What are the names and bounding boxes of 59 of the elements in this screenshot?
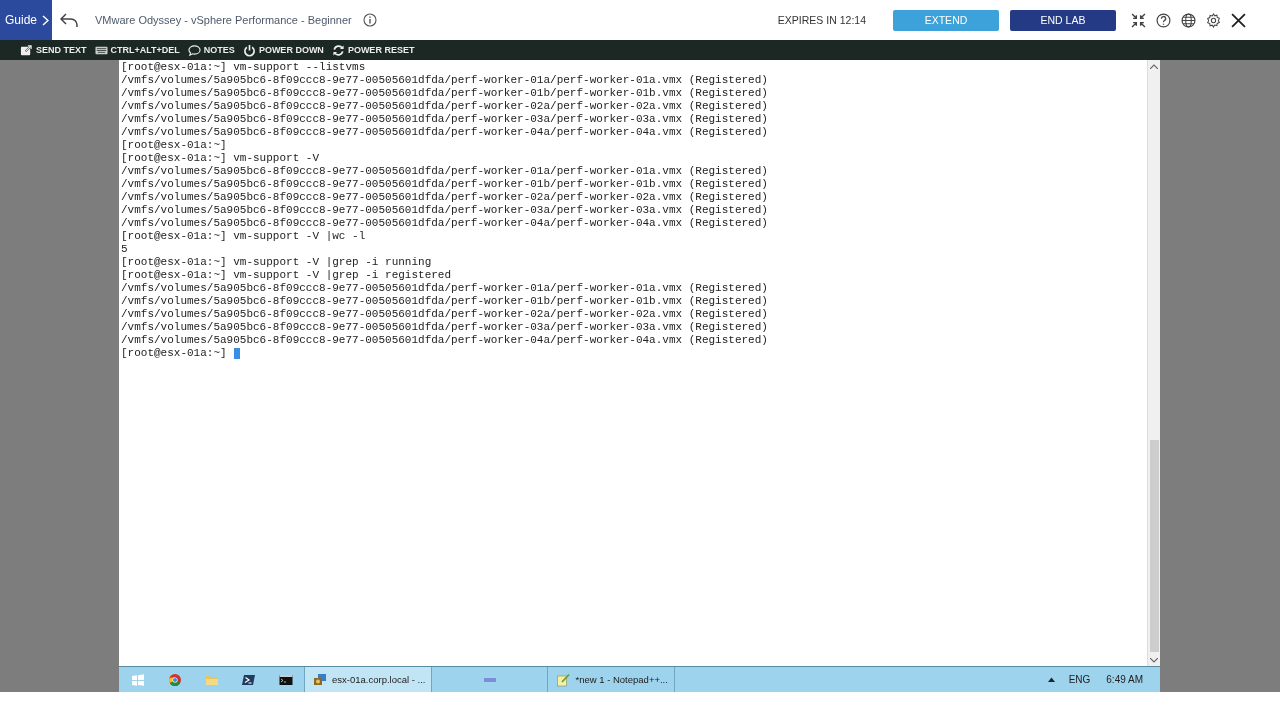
command-prompt-icon — [278, 672, 293, 687]
toolbar-button[interactable]: SEND TEXT — [20, 43, 87, 57]
toolbar-button[interactable]: NOTES — [187, 43, 235, 57]
guide-button[interactable]: Guide — [0, 0, 52, 40]
scroll-up-icon[interactable] — [1150, 63, 1158, 69]
terminal-line: [root@esx-01a:~] — [121, 347, 227, 360]
start-icon — [130, 672, 145, 687]
terminal-line: [root@esx-01a:~] vm-support -V |grep -i registered — [121, 269, 453, 282]
toolbar-button[interactable]: POWER DOWN — [242, 43, 324, 57]
terminal-line: [root@esx-01a:~] vm-support -V |grep -i running — [121, 256, 433, 269]
browser-icon — [167, 672, 182, 687]
help-icon[interactable] — [1156, 12, 1171, 28]
terminal-line: /vmfs/volumes/5a905bc6-8f09ccc8-9e77-00505601dfda/perf-worker-01a/perf-worker-01a.vmx (Registered) — [121, 165, 769, 178]
terminal-line: /vmfs/volumes/5a905bc6-8f09ccc8-9e77-00505601dfda/perf-worker-04a/perf-worker-04a.vmx (Registered) — [121, 334, 769, 347]
refresh-icon — [331, 43, 345, 57]
terminal-line: /vmfs/volumes/5a905bc6-8f09ccc8-9e77-00505601dfda/perf-worker-02a/perf-worker-02a.vmx (Registered) — [121, 100, 769, 113]
close-icon[interactable] — [1231, 12, 1246, 28]
scrollbar[interactable] — [1147, 60, 1160, 666]
terminal-line: [root@esx-01a:~] — [121, 139, 228, 152]
taskbar-task[interactable]: *new 1 - Notepad++... — [547, 667, 675, 692]
power-icon — [242, 43, 256, 57]
toolbar-button[interactable]: CTRL+ALT+DEL — [94, 43, 180, 57]
end-lab-button[interactable]: END LAB — [1010, 9, 1116, 31]
expiry-timer: EXPIRES IN 12:14 — [777, 14, 866, 26]
terminal-line: /vmfs/volumes/5a905bc6-8f09ccc8-9e77-00505601dfda/perf-worker-02a/perf-worker-02a.vmx (Registered) — [121, 191, 769, 204]
terminal-line: /vmfs/volumes/5a905bc6-8f09ccc8-9e77-00505601dfda/perf-worker-01a/perf-worker-01a.vmx (Registered) — [121, 282, 769, 295]
lab-title: VMware Odyssey - vSphere Performance - Beginner — [95, 14, 352, 26]
info-icon[interactable] — [362, 13, 377, 27]
terminal-line: /vmfs/volumes/5a905bc6-8f09ccc8-9e77-00505601dfda/perf-worker-03a/perf-worker-03a.vmx (Registered) — [121, 204, 769, 217]
taskbar-clock[interactable]: 6:49 AM — [1106, 674, 1143, 685]
powershell-icon — [241, 672, 256, 687]
settings-icon[interactable] — [1206, 12, 1221, 28]
notepad-icon — [556, 672, 571, 687]
terminal-line: /vmfs/volumes/5a905bc6-8f09ccc8-9e77-00505601dfda/perf-worker-03a/perf-worker-03a.vmx (Registered) — [121, 113, 769, 126]
remote-console-icon — [313, 672, 327, 687]
taskbar-task[interactable]: esx-01a.corp.local - ... — [304, 667, 432, 692]
terminal-line: 5 — [121, 243, 129, 256]
language-indicator[interactable]: ENG — [1068, 674, 1091, 685]
terminal-line: /vmfs/volumes/5a905bc6-8f09ccc8-9e77-00505601dfda/perf-worker-01b/perf-worker-01b.vmx (Registered) — [121, 178, 769, 191]
terminal-line: [root@esx-01a:~] vm-support -V |wc -l — [121, 230, 367, 243]
speech-bubble-icon — [187, 43, 201, 57]
globe-icon[interactable] — [1181, 12, 1196, 28]
collapse-icon[interactable] — [1131, 12, 1146, 28]
terminal-line: /vmfs/volumes/5a905bc6-8f09ccc8-9e77-00505601dfda/perf-worker-01a/perf-worker-01a.vmx (Registered) — [121, 74, 769, 87]
scroll-thumb[interactable] — [1149, 440, 1159, 652]
terminal-line: [root@esx-01a:~] vm-support --listvms — [121, 61, 367, 74]
chevron-right-icon — [42, 14, 50, 26]
terminal-line: /vmfs/volumes/5a905bc6-8f09ccc8-9e77-00505601dfda/perf-worker-04a/perf-worker-04a.vmx (Registered) — [121, 126, 769, 139]
terminal-line: /vmfs/volumes/5a905bc6-8f09ccc8-9e77-00505601dfda/perf-worker-04a/perf-worker-04a.vmx (Registered) — [121, 217, 769, 230]
terminal-line: /vmfs/volumes/5a905bc6-8f09ccc8-9e77-00505601dfda/perf-worker-01b/perf-worker-01b.vmx (Registered) — [121, 295, 769, 308]
scroll-down-icon[interactable] — [1150, 657, 1158, 663]
toolbar-button[interactable]: POWER RESET — [331, 43, 415, 57]
terminal-line: /vmfs/volumes/5a905bc6-8f09ccc8-9e77-00505601dfda/perf-worker-01b/perf-worker-01b.vmx (Registered) — [121, 87, 769, 100]
back-arrow-icon[interactable] — [60, 12, 78, 28]
terminal-line: /vmfs/volumes/5a905bc6-8f09ccc8-9e77-00505601dfda/perf-worker-02a/perf-worker-02a.vmx (Registered) — [121, 308, 769, 321]
terminal-line: [root@esx-01a:~] vm-support -V — [121, 152, 321, 165]
tray-up-icon[interactable] — [1047, 677, 1055, 682]
terminal-line: /vmfs/volumes/5a905bc6-8f09ccc8-9e77-00505601dfda/perf-worker-03a/perf-worker-03a.vmx (Registered) — [121, 321, 769, 334]
share-icon — [20, 43, 33, 57]
